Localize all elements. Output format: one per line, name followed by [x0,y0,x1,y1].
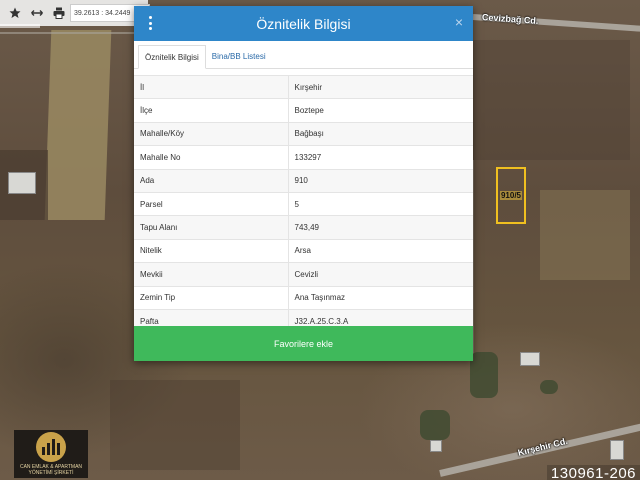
attribute-key: Ada [134,168,289,193]
tree-cluster [540,380,558,394]
map-field [44,30,112,220]
add-to-favorites-button[interactable]: Favorilere ekle [134,326,473,361]
table-row: İl Kırşehir [134,74,473,99]
building [520,352,540,366]
attribute-value: 133297 [288,145,473,170]
print-icon[interactable] [48,2,70,24]
attribute-value: Bağbaşı [288,121,473,146]
attribute-value: Arsa [288,238,473,263]
attribute-value: Kırşehir [288,74,473,99]
listing-number: 130961-206 [546,465,640,480]
attribute-key: İlçe [134,98,289,123]
parcel-outline[interactable]: 910/5 [496,167,526,224]
attribute-key: Mahalle No [134,145,289,170]
close-icon[interactable]: × [455,15,463,29]
menu-icon[interactable] [146,15,154,31]
map-field [470,40,630,160]
tree-cluster [470,352,498,398]
attribute-key: Tapu Alanı [134,215,289,240]
table-row: Mahalle/Köy Bağbaşı [134,121,473,146]
attribute-table: İl Kırşehir İlçe Boztepe Mahalle/Köy Bağbaşı M… [134,74,473,333]
logo-text: CAN EMLAK & APARTMAN YÖNETİMİ ŞİRKETİ [20,464,82,476]
table-row: Mahalle No 133297 [134,145,473,170]
attribute-key: Mahalle/Köy [134,121,289,146]
toolbar-strip [0,24,40,28]
table-row: Parsel 5 [134,191,473,216]
attribute-value: Cevizli [288,262,473,287]
map-toolbar: 39.2613 : 34.2449 [0,0,150,26]
attribute-key: İl [134,74,289,99]
parcel-label: 910/5 [499,191,523,200]
resize-icon[interactable] [26,2,48,24]
table-row: İlçe Boztepe [134,98,473,123]
building [430,440,442,452]
table-row: Mevkii Cevizli [134,262,473,287]
attribute-key: Nitelik [134,238,289,263]
table-row: Tapu Alanı 743,49 [134,215,473,240]
tab-attribute-info[interactable]: Öznitelik Bilgisi [138,45,206,69]
attribute-value: 743,49 [288,215,473,240]
agency-logo: CAN EMLAK & APARTMAN YÖNETİMİ ŞİRKETİ [14,430,88,478]
road [0,32,134,34]
map-field [540,190,630,280]
logo-text-line2: YÖNETİMİ ŞİRKETİ [28,470,74,476]
attribute-info-dialog: Öznitelik Bilgisi × Öznitelik Bilgisi Bi… [134,6,473,361]
table-row: Ada 910 [134,168,473,193]
attribute-value: Boztepe [288,98,473,123]
street-label-top: Cevizbağ Cd. [481,12,539,26]
building [610,440,624,460]
building [8,172,36,194]
dialog-header: Öznitelik Bilgisi × [134,6,473,41]
building-logo-icon [36,432,66,462]
attribute-value: 910 [288,168,473,193]
attribute-key: Zemin Tip [134,285,289,310]
street-label-bottom: Kırşehir Cd. [516,435,569,458]
tree-cluster [420,410,450,440]
tab-building-list[interactable]: Bina/BB Listesi [206,44,272,68]
map-field [110,380,240,470]
dialog-tabs: Öznitelik Bilgisi Bina/BB Listesi [134,41,473,69]
attribute-value: 5 [288,191,473,216]
table-row: Zemin Tip Ana Taşınmaz [134,285,473,310]
attribute-key: Parsel [134,191,289,216]
attribute-key: Mevkii [134,262,289,287]
table-row: Nitelik Arsa [134,238,473,263]
attribute-value: Ana Taşınmaz [288,285,473,310]
dialog-title: Öznitelik Bilgisi [256,15,351,32]
star-icon[interactable] [4,2,26,24]
